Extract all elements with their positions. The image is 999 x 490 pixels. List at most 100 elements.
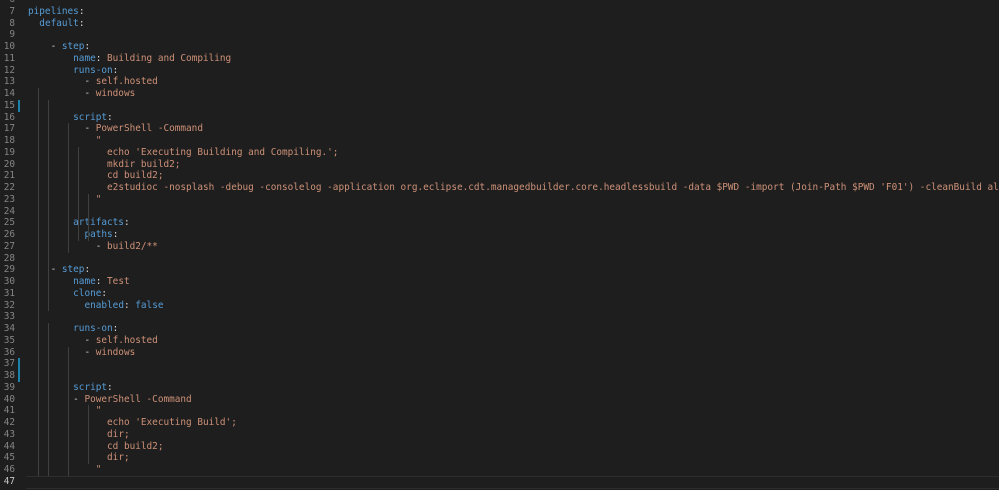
- code-editor[interactable]: 67pipelines:8 default:910 - step:11 name…: [0, 0, 999, 490]
- code-text: mkdir build2;: [28, 159, 999, 171]
- code-line[interactable]: 26 paths:: [0, 229, 999, 241]
- line-number: 23: [3, 193, 15, 205]
- whitespace: -: [28, 76, 96, 88]
- whitespace: :: [112, 64, 119, 76]
- code-line[interactable]: 32 enabled: false: [0, 300, 999, 312]
- code-line[interactable]: 11 name: Building and Compiling: [0, 53, 999, 65]
- code-line[interactable]: 31 clone:: [0, 288, 999, 300]
- yaml-boolean: false: [135, 299, 164, 311]
- code-text: ": [28, 464, 999, 476]
- code-line[interactable]: 19 echo 'Executing Building and Compilin…: [0, 147, 999, 159]
- code-text: pipelines:: [28, 6, 999, 18]
- line-number: 13: [3, 76, 15, 88]
- line-number: 32: [3, 299, 15, 311]
- code-text: script:: [28, 382, 999, 394]
- code-line[interactable]: 35 - self.hosted: [0, 335, 999, 347]
- line-number: 47: [3, 475, 15, 487]
- whitespace: :: [95, 52, 108, 64]
- line-number: 12: [3, 64, 15, 76]
- code-line[interactable]: 24: [0, 206, 999, 218]
- yaml-value: cd build2;: [107, 440, 164, 452]
- yaml-value: mkdir build2;: [107, 158, 181, 170]
- code-line[interactable]: 12 runs-on:: [0, 65, 999, 77]
- line-number: 45: [3, 452, 15, 464]
- code-line[interactable]: 16 script:: [0, 112, 999, 124]
- line-number: 7: [9, 5, 15, 17]
- code-line[interactable]: 43 dir;: [0, 429, 999, 441]
- code-line[interactable]: 9: [0, 29, 999, 41]
- line-number: 26: [3, 229, 15, 240]
- code-line[interactable]: 37: [0, 358, 999, 370]
- line-number: 43: [3, 428, 15, 440]
- line-number: 25: [3, 217, 15, 229]
- yaml-value: ": [95, 464, 102, 475]
- line-number: 24: [3, 205, 15, 217]
- code-line[interactable]: 29 - step:: [0, 264, 999, 276]
- code-line[interactable]: 15: [0, 100, 999, 112]
- code-line[interactable]: 17 - PowerShell -Command: [0, 123, 999, 135]
- code-line[interactable]: 46 ": [0, 464, 999, 476]
- code-text: dir;: [28, 452, 999, 464]
- code-line[interactable]: 28: [0, 253, 999, 265]
- yaml-key: script: [73, 111, 108, 123]
- code-line[interactable]: 14 - windows: [0, 88, 999, 100]
- indent-guide: [68, 346, 69, 476]
- whitespace: :: [78, 17, 85, 29]
- code-line[interactable]: 44 cd build2;: [0, 441, 999, 453]
- code-line[interactable]: 21 cd build2;: [0, 170, 999, 182]
- code-text: - self.hosted: [28, 335, 999, 347]
- code-text: ": [28, 194, 999, 206]
- code-line[interactable]: 7 pipelines:: [0, 6, 999, 18]
- yaml-value: ": [95, 135, 102, 146]
- code-line[interactable]: 25 artifacts:: [0, 217, 999, 229]
- code-line[interactable]: 10 - step:: [0, 41, 999, 53]
- code-line[interactable]: 13 - self.hosted: [0, 76, 999, 88]
- code-line[interactable]: 41 ": [0, 405, 999, 417]
- whitespace: :: [107, 111, 113, 123]
- code-line[interactable]: 40 - PowerShell -Command: [0, 394, 999, 406]
- whitespace: :: [112, 323, 119, 334]
- code-line[interactable]: 18 ": [0, 135, 999, 147]
- code-line[interactable]: 39 script:: [0, 382, 999, 394]
- line-number: 44: [3, 440, 15, 452]
- line-number: 16: [3, 111, 15, 123]
- code-line[interactable]: 22 e2studioc -nosplash -debug -consolelo…: [0, 182, 999, 194]
- code-text: - PowerShell -Command: [28, 123, 999, 135]
- code-line[interactable]: 34 runs-on:: [0, 323, 999, 335]
- indent-guide: [88, 193, 89, 241]
- line-number: 28: [3, 252, 15, 264]
- code-line[interactable]: 33: [0, 311, 999, 323]
- line-number: 36: [3, 346, 15, 358]
- code-line[interactable]: 38: [0, 370, 999, 382]
- whitespace: -: [28, 264, 62, 276]
- code-text: - windows: [28, 88, 999, 100]
- line-number: 10: [3, 41, 15, 52]
- yaml-value: ": [95, 193, 102, 205]
- code-line[interactable]: 47: [0, 475, 999, 489]
- whitespace: :: [123, 299, 136, 311]
- yaml-key: step: [61, 41, 85, 52]
- code-line[interactable]: 45 dir;: [0, 452, 999, 464]
- code-line[interactable]: 42 echo 'Executing Build';: [0, 417, 999, 429]
- code-text: clone:: [28, 288, 999, 300]
- yaml-value: windows: [95, 346, 136, 358]
- whitespace: :: [84, 264, 91, 276]
- yaml-value: PowerShell -Command: [84, 393, 192, 405]
- line-number: 17: [3, 123, 15, 135]
- yaml-value: windows: [95, 88, 136, 99]
- code-line[interactable]: 8 default:: [0, 18, 999, 30]
- code-line[interactable]: 23 ": [0, 194, 999, 206]
- code-line[interactable]: 36 - windows: [0, 347, 999, 359]
- code-text: ": [28, 405, 999, 417]
- code-line[interactable]: 30 name: Test: [0, 276, 999, 288]
- modified-line-marker: [18, 358, 20, 382]
- code-text: cd build2;: [28, 170, 999, 182]
- code-line[interactable]: 27 - build2/**: [0, 241, 999, 253]
- code-line[interactable]: 20 mkdir build2;: [0, 159, 999, 171]
- yaml-key: runs-on: [73, 64, 113, 76]
- code-text: e2studioc -nosplash -debug -consolelog -…: [28, 182, 999, 194]
